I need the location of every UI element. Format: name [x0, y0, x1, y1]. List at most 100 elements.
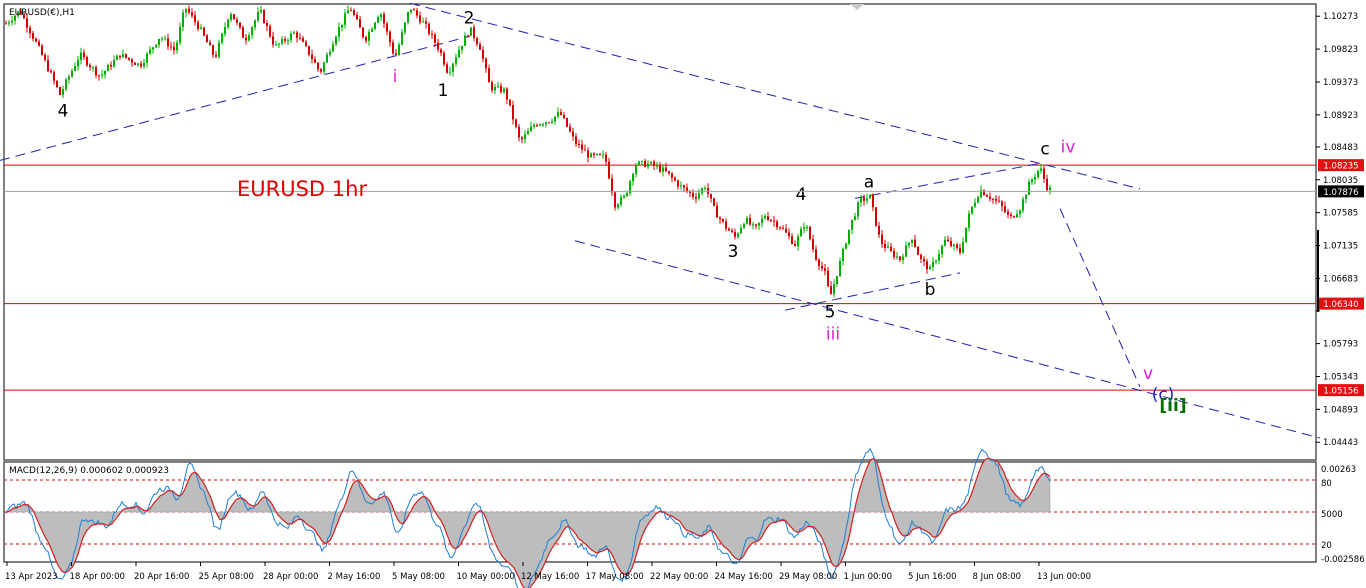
- candle-body: [614, 192, 616, 208]
- candle-body: [101, 74, 103, 76]
- price-tick-label: 1.04443: [1323, 438, 1358, 448]
- candle-body: [314, 59, 316, 63]
- time-tick-label: 20 Apr 16:00: [134, 572, 189, 582]
- candle-body: [911, 239, 913, 243]
- candle-body: [611, 178, 613, 193]
- candle-body: [572, 131, 574, 137]
- candle-body: [599, 153, 601, 155]
- wave-label: 5: [825, 303, 836, 323]
- time-tick-label: 13 Apr 2023: [5, 572, 58, 582]
- wave-label: c: [1040, 140, 1049, 160]
- candle-body: [551, 121, 553, 123]
- candle-body: [386, 23, 388, 32]
- wave-label: iii: [826, 324, 840, 344]
- candle-body: [1034, 177, 1036, 180]
- candle-body: [1040, 168, 1042, 171]
- candle-body: [479, 44, 481, 50]
- candle-body: [539, 124, 541, 126]
- price-tick-label: 1.04893: [1323, 405, 1358, 415]
- candle-body: [497, 86, 499, 88]
- candle-body: [890, 246, 892, 251]
- candle-body: [338, 27, 340, 37]
- candle-body: [773, 220, 775, 222]
- candle-body: [740, 227, 742, 234]
- candle-body: [275, 44, 277, 46]
- candle-body: [881, 234, 883, 244]
- candle-body: [122, 53, 124, 58]
- candle-body: [746, 218, 748, 224]
- candle-body: [710, 193, 712, 199]
- candle-body: [167, 38, 169, 47]
- candle-body: [269, 26, 271, 37]
- candle-body: [329, 51, 331, 55]
- time-tick-label: 2 May 16:00: [328, 572, 381, 582]
- candle-body: [530, 126, 532, 132]
- candle-body: [872, 194, 874, 208]
- candle-body: [506, 88, 508, 100]
- candle-body: [146, 53, 148, 63]
- candle-body: [212, 45, 214, 55]
- candle-body: [155, 44, 157, 48]
- candle-body: [299, 37, 301, 39]
- candle-body: [89, 65, 91, 68]
- time-tick-label: 12 May 16:00: [521, 572, 579, 582]
- candle-body: [62, 89, 64, 95]
- symbol-title: EURUSD(€),H1: [9, 8, 75, 18]
- time-tick-label: 8 Jun 08:00: [973, 572, 1022, 582]
- macd-tick-label: 0.00263: [1321, 465, 1356, 475]
- candle-body: [797, 236, 799, 247]
- candle-body: [1013, 216, 1015, 218]
- candle-body: [914, 239, 916, 248]
- candle-body: [854, 216, 856, 220]
- price-tick-label: 1.06683: [1323, 275, 1358, 285]
- candle-body: [431, 33, 433, 35]
- candle-body: [209, 42, 211, 46]
- candle-body: [971, 206, 973, 214]
- candle-body: [437, 42, 439, 50]
- candle-body: [686, 187, 688, 192]
- candle-body: [902, 256, 904, 260]
- candle-body: [425, 21, 427, 24]
- wave-label: 2: [464, 9, 475, 29]
- price-tick-label: 1.08483: [1323, 143, 1358, 153]
- chart-canvas[interactable]: 1.082351.063401.05156 4i1234a5iiibc ivv(c…: [0, 0, 1366, 588]
- candle-body: [953, 244, 955, 246]
- candle-body: [296, 32, 298, 38]
- candle-body: [482, 49, 484, 59]
- candle-body: [704, 188, 706, 190]
- current-price-label: 1.07876: [1323, 188, 1358, 198]
- candle-body: [230, 14, 232, 20]
- candle-body: [107, 64, 109, 72]
- candle-body: [725, 221, 727, 229]
- candle-body: [737, 233, 739, 237]
- candle-body: [575, 136, 577, 145]
- candle-body: [215, 54, 217, 57]
- candle-body: [620, 197, 622, 205]
- time-tick-label: 5 Jun 16:00: [908, 572, 957, 582]
- candle-body: [410, 9, 412, 13]
- candle-body: [467, 35, 469, 37]
- candle-body: [866, 198, 868, 201]
- candle-body: [923, 258, 925, 262]
- candle-body: [809, 226, 811, 240]
- candle-body: [185, 8, 187, 13]
- wave-label: v: [1143, 364, 1153, 384]
- candle-body: [224, 26, 226, 34]
- candle-body: [794, 243, 796, 247]
- time-tick-label: 24 May 16:00: [715, 572, 773, 582]
- candle-body: [317, 62, 319, 70]
- candle-body: [173, 46, 175, 51]
- candle-body: [860, 197, 862, 203]
- candle-body: [785, 228, 787, 233]
- candle-body: [233, 14, 235, 20]
- candle-body: [683, 185, 685, 188]
- candle-body: [878, 225, 880, 235]
- candle-body: [1046, 178, 1048, 191]
- candle-body: [407, 12, 409, 23]
- candle-body: [509, 99, 511, 106]
- candle-body: [161, 38, 163, 40]
- candle-body: [818, 259, 820, 266]
- candle-body: [812, 239, 814, 250]
- candle-body: [182, 12, 184, 27]
- candle-body: [776, 221, 778, 228]
